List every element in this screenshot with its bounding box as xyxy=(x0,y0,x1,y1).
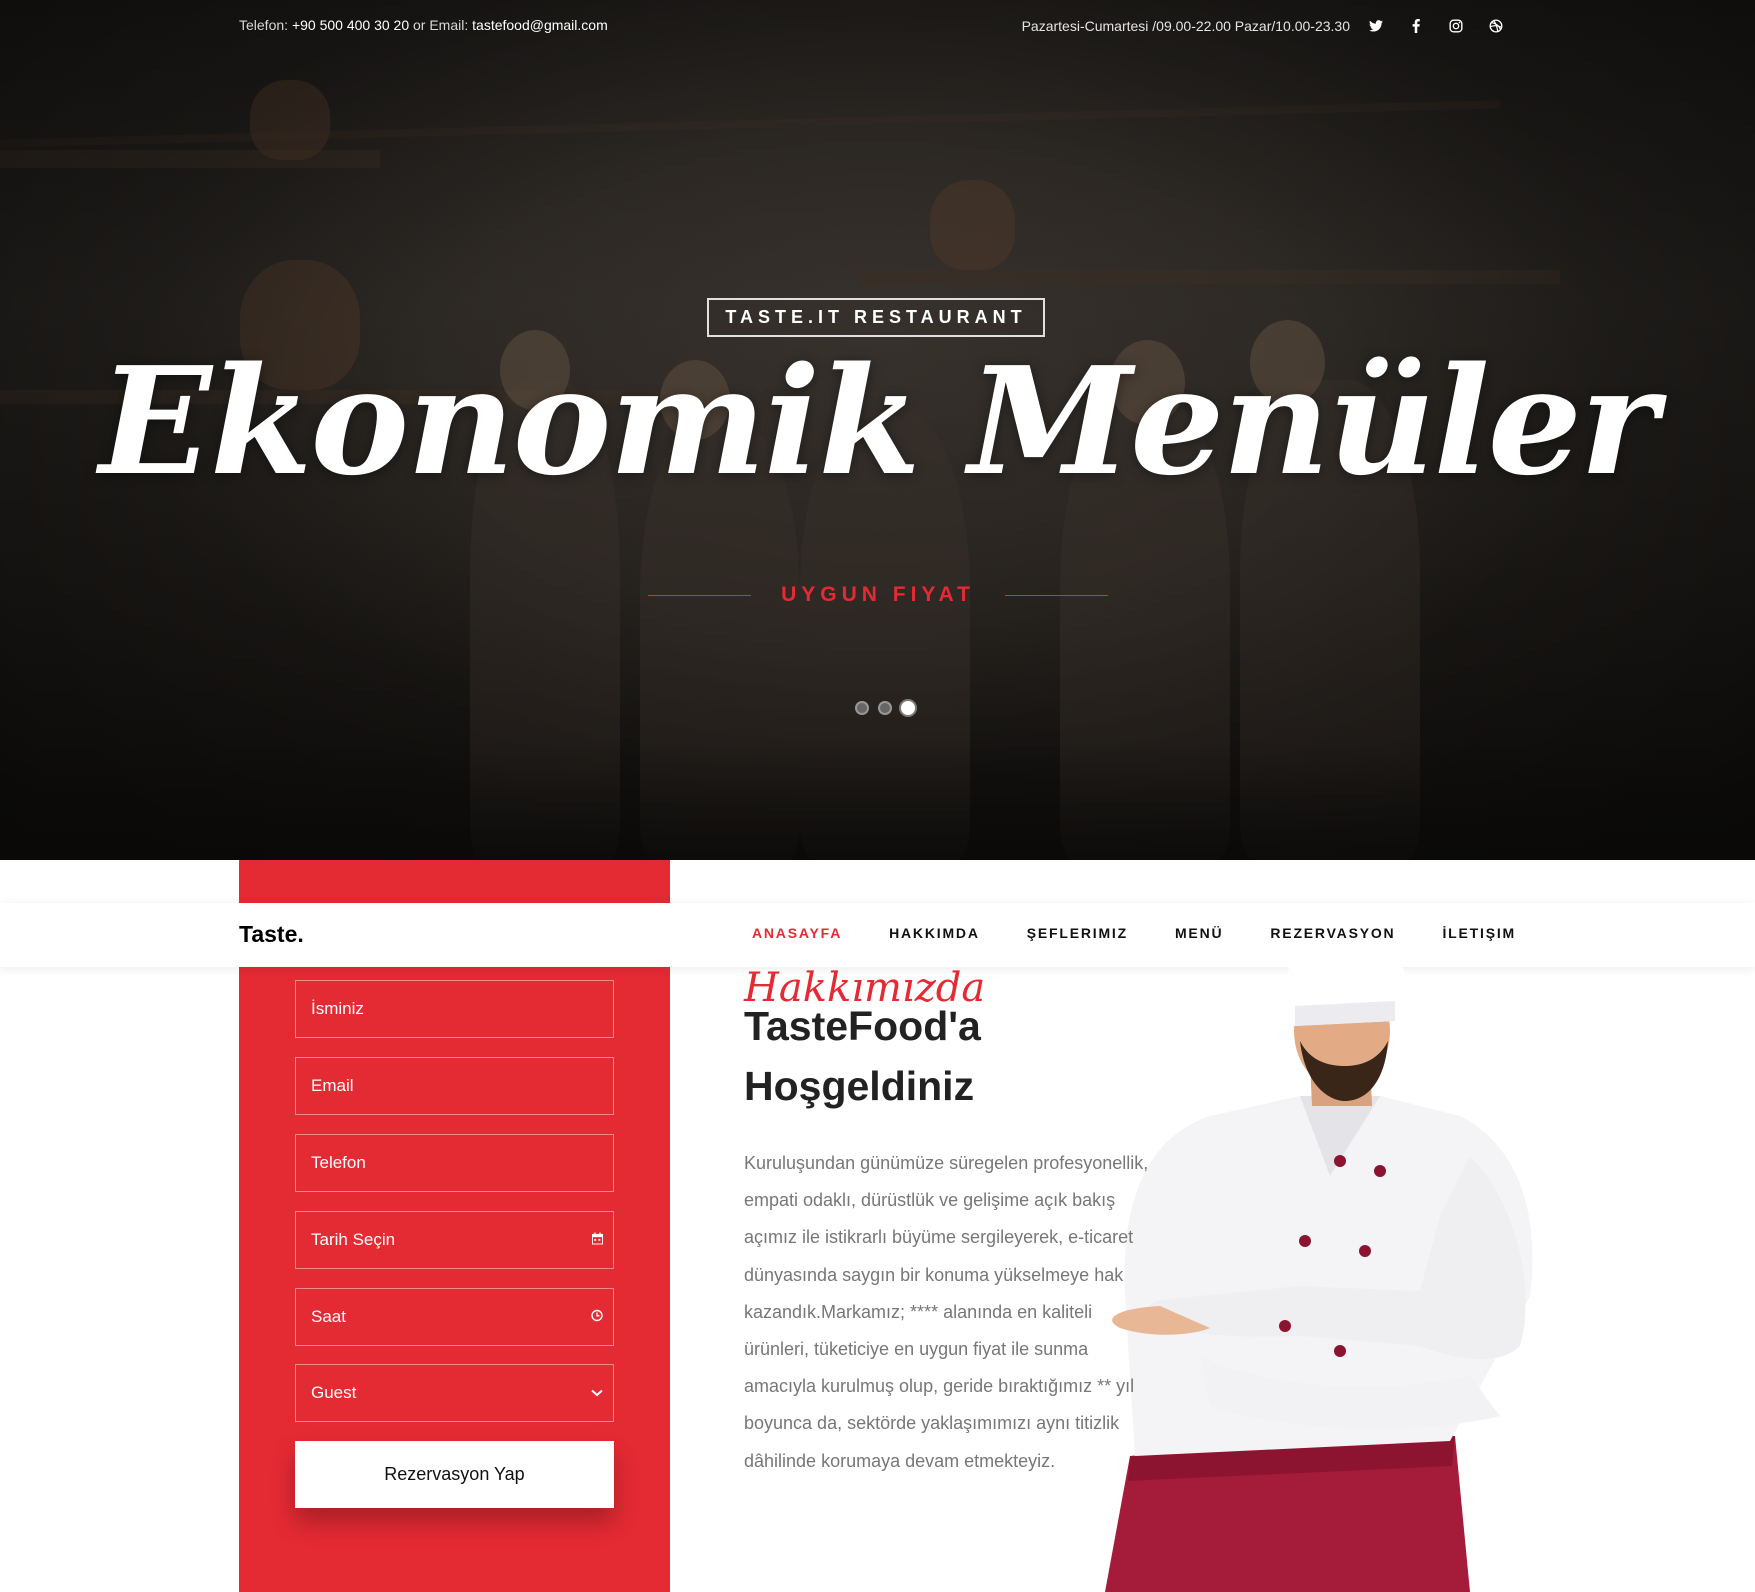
slider-dot-1[interactable] xyxy=(855,701,869,715)
calendar-icon xyxy=(592,1232,603,1248)
hero-badge: TASTE.IT RESTAURANT xyxy=(707,298,1045,337)
main-navbar: Taste. ANASAYFA HAKKIMDA ŞEFLERIMIZ MENÜ… xyxy=(0,903,1755,967)
hours-and-social: Pazartesi-Cumartesi /09.00-22.00 Pazar/1… xyxy=(1022,16,1516,36)
hero-title: Ekonomik Menüler xyxy=(99,334,1658,508)
hero-subtitle-text: UYGUN FIYAT xyxy=(781,583,975,606)
divider-right xyxy=(1004,594,1109,596)
email-label: Email: xyxy=(429,17,469,33)
reserve-button[interactable]: Rezervasyon Yap xyxy=(295,1441,614,1508)
slider-dot-3[interactable] xyxy=(901,701,915,715)
name-field[interactable]: İsminiz xyxy=(295,980,614,1038)
guest-select[interactable]: Guest xyxy=(295,1364,614,1422)
or-text: or xyxy=(413,17,426,33)
nav-item-contact[interactable]: İLETIŞIM xyxy=(1395,925,1516,941)
hero-subtitle: UYGUN FIYAT xyxy=(648,580,1109,610)
hero-overlay-bottom xyxy=(0,740,1755,860)
clock-icon xyxy=(591,1309,603,1325)
nav-item-reservation[interactable]: REZERVASYON xyxy=(1223,925,1395,941)
about-title: TasteFood'a Hoşgeldiniz xyxy=(744,996,1164,1116)
phone-number[interactable]: +90 500 400 30 20 xyxy=(292,17,409,33)
phone-label: Telefon: xyxy=(239,17,289,33)
phone-field[interactable]: Telefon xyxy=(295,1134,614,1192)
email-placeholder: Email xyxy=(311,1076,354,1095)
facebook-icon[interactable] xyxy=(1396,16,1436,36)
time-field[interactable]: Saat xyxy=(295,1288,614,1346)
slider-dot-2[interactable] xyxy=(878,701,892,715)
nav-menu: ANASAYFA HAKKIMDA ŞEFLERIMIZ MENÜ REZERV… xyxy=(705,925,1516,941)
about-title-line1: TasteFood'a xyxy=(744,1003,981,1049)
time-placeholder: Saat xyxy=(311,1307,346,1326)
about-paragraph: Kuruluşundan günümüze süregelen profesyo… xyxy=(744,1153,1149,1471)
chevron-down-icon xyxy=(591,1386,603,1400)
twitter-icon[interactable] xyxy=(1356,16,1396,36)
date-field[interactable]: Tarih Seçin xyxy=(295,1211,614,1269)
date-placeholder: Tarih Seçin xyxy=(311,1230,396,1249)
about-title-line2: Hoşgeldiniz xyxy=(744,1063,975,1109)
hero-slider: Telefon: +90 500 400 30 20 or Email: tas… xyxy=(0,0,1755,860)
divider-left xyxy=(648,594,752,596)
dribbble-icon[interactable] xyxy=(1476,16,1516,36)
phone-placeholder: Telefon xyxy=(311,1153,366,1172)
guest-selected-value: Guest xyxy=(311,1383,357,1402)
contact-info: Telefon: +90 500 400 30 20 or Email: tas… xyxy=(239,17,608,33)
name-placeholder: İsminiz xyxy=(311,999,364,1018)
slider-dots xyxy=(855,701,915,715)
top-info-bar: Telefon: +90 500 400 30 20 or Email: tas… xyxy=(239,14,1516,36)
email-address[interactable]: tastefood@gmail.com xyxy=(472,17,608,33)
brand-logo[interactable]: Taste. xyxy=(239,921,304,948)
email-field[interactable]: Email xyxy=(295,1057,614,1115)
nav-item-home[interactable]: ANASAYFA xyxy=(705,925,842,941)
nav-item-menu[interactable]: MENÜ xyxy=(1128,925,1223,941)
opening-hours: Pazartesi-Cumartesi /09.00-22.00 Pazar/1… xyxy=(1021,18,1350,34)
nav-item-chefs[interactable]: ŞEFLERIMIZ xyxy=(980,925,1128,941)
nav-item-about[interactable]: HAKKIMDA xyxy=(842,925,980,941)
instagram-icon[interactable] xyxy=(1436,16,1476,36)
